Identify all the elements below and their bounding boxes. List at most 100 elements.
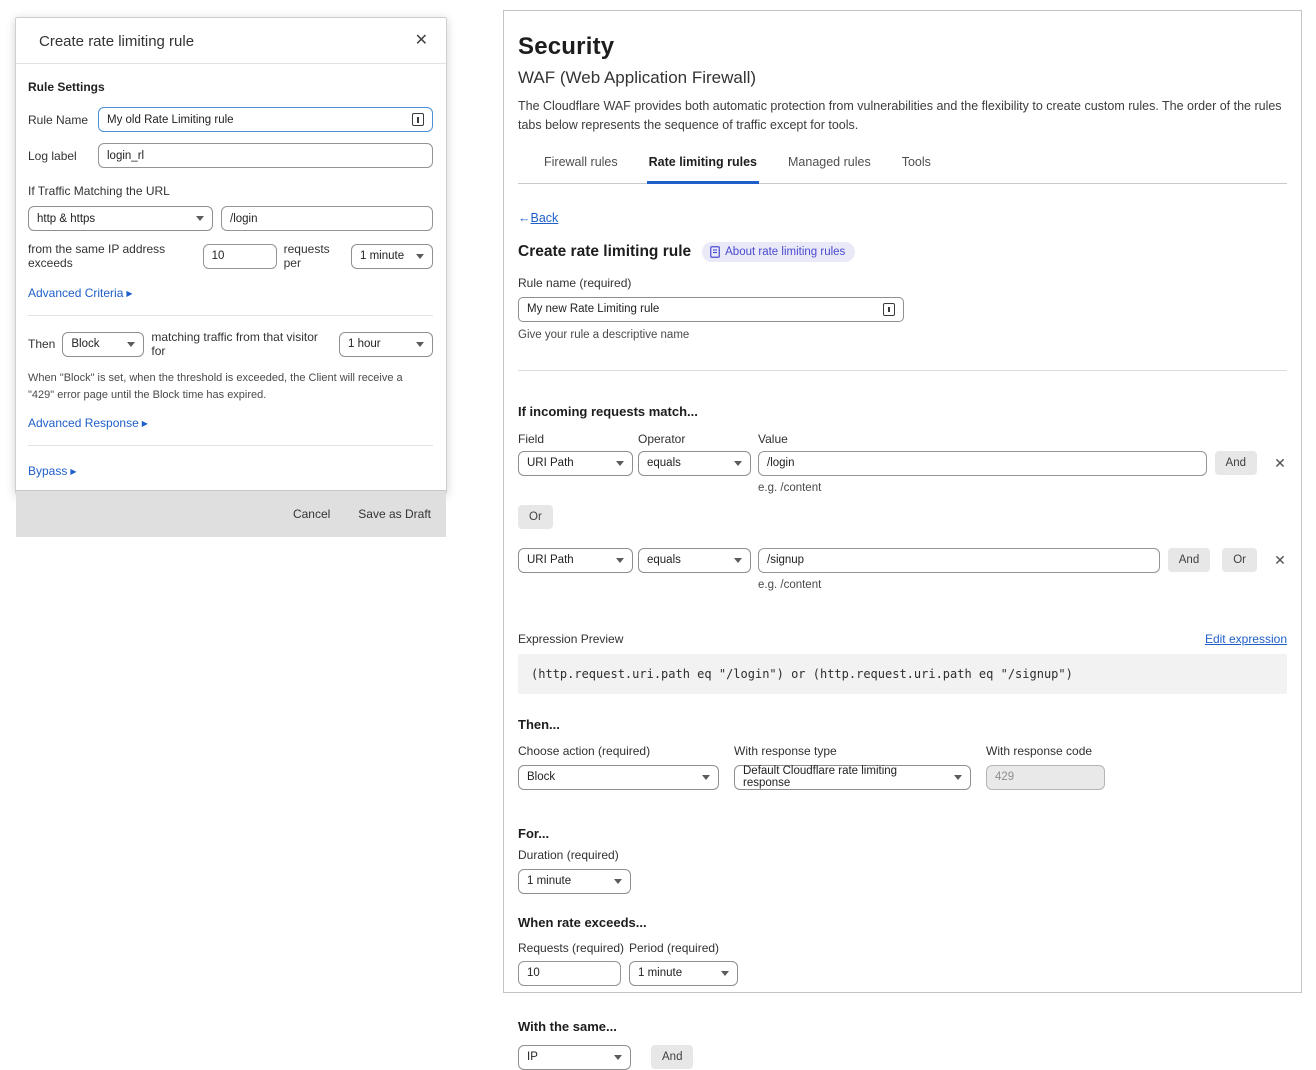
period-select[interactable]: 1 minute bbox=[629, 961, 738, 986]
for-heading: For... bbox=[518, 826, 1287, 841]
requests-input[interactable]: 10 bbox=[518, 961, 621, 986]
action-select[interactable]: Block bbox=[62, 332, 144, 357]
then-controls: Choose action (required) Block With resp… bbox=[518, 744, 1287, 790]
rate-controls: 10 1 minute bbox=[518, 961, 1287, 986]
triangle-right-icon: ▶ bbox=[126, 289, 132, 298]
tab-tools[interactable]: Tools bbox=[900, 155, 933, 184]
chevron-down-icon bbox=[416, 342, 424, 347]
legacy-rate-limit-dialog: Create rate limiting rule ✕ Rule Setting… bbox=[15, 17, 447, 494]
advanced-criteria-label: Advanced Criteria bbox=[28, 286, 123, 300]
response-code-label: With response code bbox=[986, 744, 1105, 758]
match-column-labels: Field Operator Value bbox=[518, 432, 1287, 446]
requests-input[interactable]: 10 bbox=[203, 244, 277, 269]
autofill-icon[interactable] bbox=[412, 113, 424, 126]
remove-condition-icon[interactable]: ✕ bbox=[1273, 552, 1287, 569]
edit-expression-link[interactable]: Edit expression bbox=[1205, 632, 1287, 646]
close-icon[interactable]: ✕ bbox=[411, 31, 432, 51]
back-link[interactable]: ←Back bbox=[518, 211, 558, 225]
divider bbox=[28, 445, 433, 446]
value-column-label: Value bbox=[758, 432, 788, 446]
same-controls: IP And bbox=[518, 1045, 1287, 1070]
or-button[interactable]: Or bbox=[1222, 548, 1257, 572]
url-match-row: http & https /login bbox=[28, 206, 433, 231]
or-button[interactable]: Or bbox=[518, 505, 553, 529]
value-text: /login bbox=[767, 457, 795, 469]
rule-name-help: Give your rule a descriptive name bbox=[518, 329, 1287, 341]
duration-select[interactable]: 1 minute bbox=[518, 869, 631, 894]
requests-value: 10 bbox=[527, 967, 540, 979]
expression-preview-label: Expression Preview bbox=[518, 632, 623, 646]
remove-condition-icon[interactable]: ✕ bbox=[1273, 455, 1287, 472]
waf-description: The Cloudflare WAF provides both automat… bbox=[518, 97, 1284, 136]
bypass-link[interactable]: Bypass▶ bbox=[28, 464, 77, 478]
characteristic-select[interactable]: IP bbox=[518, 1045, 631, 1070]
log-label-row: Log label login_rl bbox=[28, 143, 433, 168]
back-row: ←Back bbox=[518, 209, 1287, 227]
value-input[interactable]: /signup bbox=[758, 548, 1160, 573]
for-section: For... Duration (required) 1 minute bbox=[518, 826, 1287, 894]
about-rate-limiting-badge[interactable]: About rate limiting rules bbox=[702, 242, 855, 262]
rule-name-value: My new Rate Limiting rule bbox=[527, 303, 659, 315]
about-badge-label: About rate limiting rules bbox=[725, 246, 845, 258]
scheme-value: http & https bbox=[37, 213, 95, 225]
scheme-select[interactable]: http & https bbox=[28, 206, 213, 231]
block-duration-select[interactable]: 1 hour bbox=[339, 332, 433, 357]
response-type-column: With response type Default Cloudflare ra… bbox=[734, 744, 971, 790]
period-label: Period (required) bbox=[629, 941, 719, 955]
create-rule-heading-row: Create rate limiting rule About rate lim… bbox=[518, 242, 1287, 262]
rule-name-input[interactable]: My new Rate Limiting rule bbox=[518, 297, 904, 322]
then-heading: Then... bbox=[518, 717, 1287, 732]
or-row: Or bbox=[518, 505, 1287, 529]
page-title: Security bbox=[518, 33, 1287, 61]
then-row: Then Block matching traffic from that vi… bbox=[28, 330, 433, 358]
and-button[interactable]: And bbox=[651, 1045, 693, 1069]
same-section: With the same... IP And bbox=[518, 1019, 1287, 1070]
expression-code: (http.request.uri.path eq "/login") or (… bbox=[518, 654, 1287, 694]
traffic-match-label: If Traffic Matching the URL bbox=[28, 184, 433, 198]
match-section: If incoming requests match... Field Oper… bbox=[518, 404, 1287, 591]
and-button[interactable]: And bbox=[1168, 548, 1210, 572]
value-hint: e.g. /content bbox=[758, 482, 1287, 494]
rule-name-row: Rule Name My old Rate Limiting rule bbox=[28, 107, 433, 132]
rate-heading: When rate exceeds... bbox=[518, 915, 1287, 930]
rule-name-input[interactable]: My old Rate Limiting rule bbox=[98, 107, 433, 132]
field-select[interactable]: URI Path bbox=[518, 548, 633, 573]
and-button[interactable]: And bbox=[1215, 451, 1257, 475]
operator-select[interactable]: equals bbox=[638, 451, 751, 476]
save-as-draft-button[interactable]: Save as Draft bbox=[358, 507, 431, 521]
action-select[interactable]: Block bbox=[518, 765, 719, 790]
value-input[interactable]: /login bbox=[758, 451, 1207, 476]
response-code-column: With response code 429 bbox=[986, 744, 1105, 790]
advanced-criteria-link[interactable]: Advanced Criteria▶ bbox=[28, 286, 133, 300]
duration-label: Duration (required) bbox=[518, 848, 1287, 862]
field-select[interactable]: URI Path bbox=[518, 451, 633, 476]
operator-value: equals bbox=[647, 457, 681, 469]
chevron-down-icon bbox=[734, 558, 742, 563]
triangle-right-icon: ▶ bbox=[142, 419, 148, 428]
triangle-right-icon: ▶ bbox=[70, 467, 76, 476]
autofill-icon[interactable] bbox=[883, 303, 895, 316]
match-row-2: URI Path equals /signup And Or ✕ bbox=[518, 548, 1287, 573]
advanced-response-link[interactable]: Advanced Response▶ bbox=[28, 416, 148, 430]
period-select[interactable]: 1 minute bbox=[351, 244, 433, 269]
field-value: URI Path bbox=[527, 554, 574, 566]
response-type-select[interactable]: Default Cloudflare rate limiting respons… bbox=[734, 765, 971, 790]
chevron-down-icon bbox=[954, 775, 962, 780]
block-duration-value: 1 hour bbox=[348, 338, 381, 350]
tab-managed-rules[interactable]: Managed rules bbox=[786, 155, 873, 184]
value-hint: e.g. /content bbox=[758, 579, 1287, 591]
tab-firewall-rules[interactable]: Firewall rules bbox=[542, 155, 620, 184]
operator-column-label: Operator bbox=[638, 432, 758, 446]
waf-security-panel: Security WAF (Web Application Firewall) … bbox=[503, 10, 1302, 993]
tab-rate-limiting-rules[interactable]: Rate limiting rules bbox=[647, 155, 759, 184]
url-input[interactable]: /login bbox=[221, 206, 433, 231]
response-code-value: 429 bbox=[995, 771, 1014, 783]
action-value: Block bbox=[527, 771, 555, 783]
cancel-button[interactable]: Cancel bbox=[293, 507, 330, 521]
chevron-down-icon bbox=[721, 971, 729, 976]
waf-tabs: Firewall rules Rate limiting rules Manag… bbox=[518, 155, 1287, 184]
block-note: When "Block" is set, when the threshold … bbox=[28, 370, 418, 403]
rule-name-label: Rule Name bbox=[28, 113, 98, 127]
operator-select[interactable]: equals bbox=[638, 548, 751, 573]
log-label-input[interactable]: login_rl bbox=[98, 143, 433, 168]
